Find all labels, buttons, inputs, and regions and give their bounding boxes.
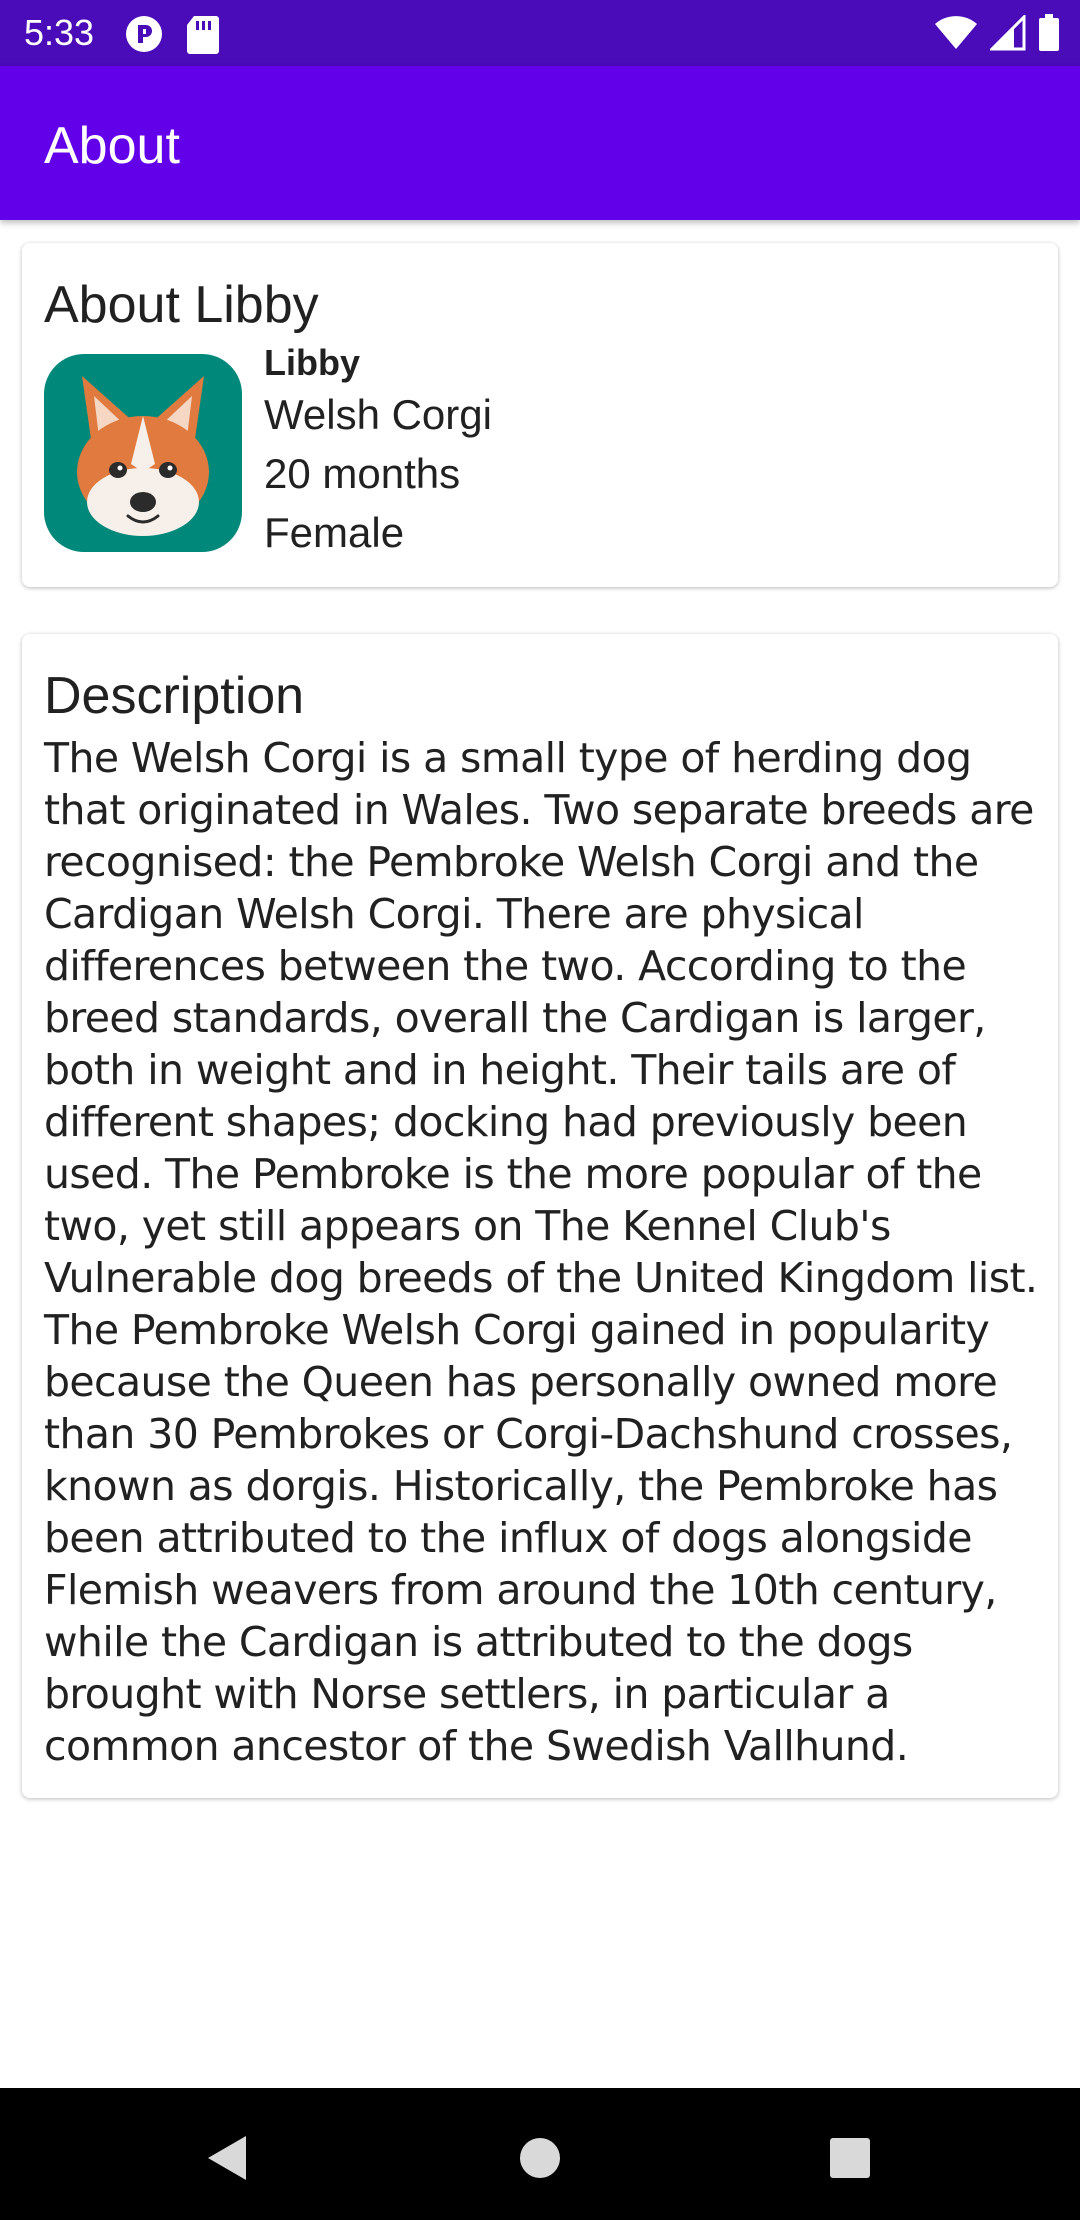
status-right-icons — [934, 13, 1060, 57]
back-icon[interactable] — [200, 2128, 260, 2188]
status-bar: 5:33 — [0, 0, 1080, 66]
sd-card-icon — [186, 14, 220, 59]
status-left-icons — [124, 14, 220, 59]
description-card-title: Description — [44, 667, 305, 725]
pet-info: Libby Welsh Corgi 20 months Female — [264, 341, 492, 562]
page-title: About — [44, 117, 180, 175]
pet-age: 20 months — [264, 450, 461, 497]
status-time: 5:33 — [24, 12, 95, 53]
description-text: The Welsh Corgi is a small type of herdi… — [44, 734, 1038, 1770]
app-bar: About — [0, 66, 1080, 220]
pet-name: Libby — [264, 342, 360, 383]
recents-icon[interactable] — [820, 2128, 880, 2188]
navigation-bar — [0, 2088, 1080, 2220]
about-card: About Libby Libby Welsh Corgi 20 months … — [22, 243, 1058, 587]
home-icon[interactable] — [510, 2128, 570, 2188]
description-card: Description The Welsh Corgi is a small t… — [22, 634, 1058, 1798]
pet-gender: Female — [264, 509, 405, 556]
corgi-face-icon — [44, 354, 242, 552]
battery-icon — [1038, 14, 1060, 57]
cell-signal-icon — [988, 13, 1026, 56]
app-notification-icon — [124, 14, 164, 59]
about-card-title: About Libby — [44, 276, 319, 334]
wifi-icon — [934, 15, 978, 56]
pet-breed: Welsh Corgi — [264, 391, 492, 438]
